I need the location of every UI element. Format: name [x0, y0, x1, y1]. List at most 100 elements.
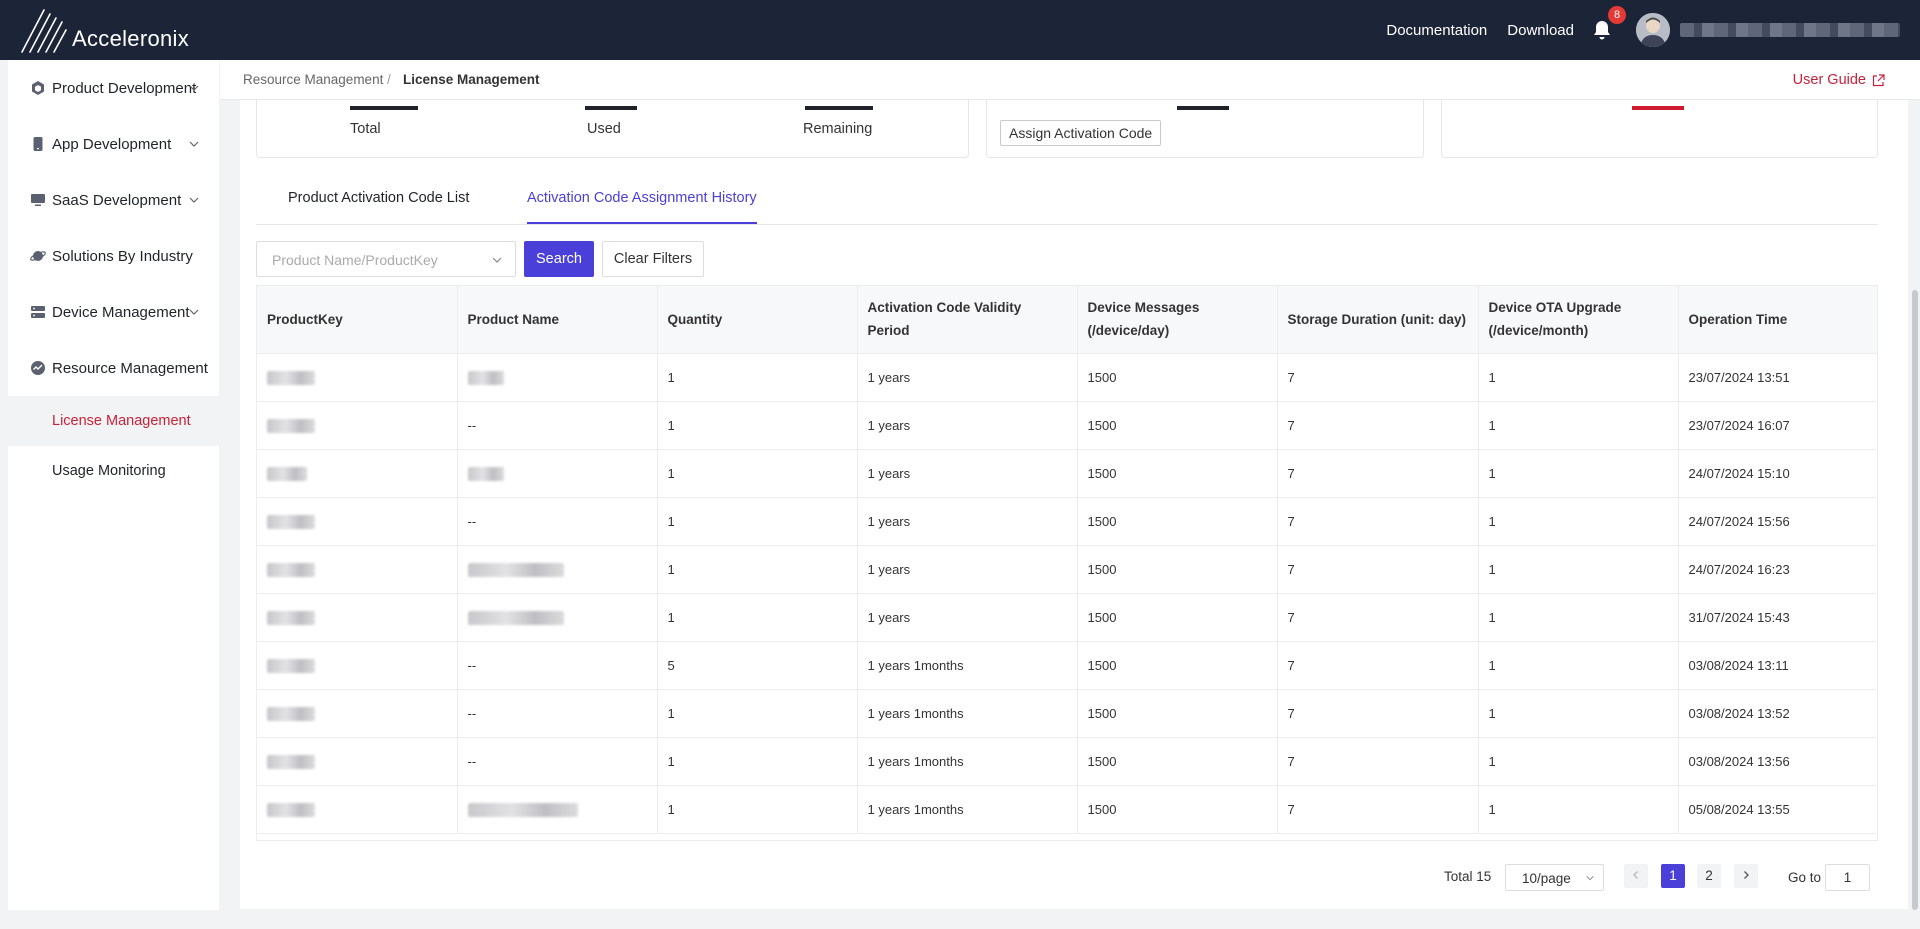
- cell-validity: 1 years: [857, 353, 1078, 402]
- table-row: -- 1 1 years 1months 1500 7 1 03/08/2024 13:52: [257, 689, 1877, 738]
- user-guide-link[interactable]: User Guide: [1793, 72, 1885, 88]
- planet-icon: [30, 251, 46, 261]
- cell-validity: 1 years: [857, 545, 1078, 594]
- page-1-button[interactable]: 1: [1661, 864, 1685, 888]
- sidebar-subitem-usage-monitoring[interactable]: Usage Monitoring: [8, 446, 219, 496]
- sidebar-item-resource-management[interactable]: Resource Management: [8, 344, 219, 392]
- brand-logo[interactable]: Acceleronix: [20, 8, 189, 54]
- sidebar-item-label: SaaS Development: [52, 191, 182, 209]
- sidebar-item-label: App Development: [52, 135, 172, 153]
- cell-quantity: 1: [657, 785, 858, 834]
- cell-ota-upgrade: 1: [1478, 785, 1679, 834]
- redacted-product-name: [467, 562, 564, 577]
- chevron-right-icon: [1744, 871, 1749, 879]
- username-redacted[interactable]: [1680, 23, 1900, 37]
- sidebar-item-device-management[interactable]: Device Management: [8, 288, 219, 336]
- product-filter-placeholder: Product Name/ProductKey: [272, 252, 438, 268]
- redacted-product-key: [267, 514, 315, 529]
- next-page-button[interactable]: [1734, 864, 1758, 888]
- sidebar-item-label: Solutions By Industry: [52, 247, 193, 265]
- sidebar-item-product-development[interactable]: Product Development: [8, 64, 219, 112]
- page-2-button[interactable]: 2: [1697, 864, 1721, 888]
- cell-operation-time: 24/07/2024 15:56: [1678, 497, 1877, 546]
- prev-page-button[interactable]: [1624, 864, 1648, 888]
- cell-quantity: 1: [657, 497, 858, 546]
- table-row: 11 years 1500 7 1 24/07/2024 16:23: [257, 545, 1877, 594]
- table-row: 11 years 1500 7 1 31/07/2024 15:43: [257, 593, 1877, 642]
- chevron-down-icon: [492, 257, 502, 263]
- gauge-icon: [31, 361, 45, 375]
- column-header: Quantity: [657, 286, 858, 354]
- cell-product-key: [257, 689, 458, 738]
- cell-product-key: [257, 353, 458, 402]
- cell-operation-time: 23/07/2024 13:51: [1678, 353, 1877, 402]
- sidebar-item-app-development[interactable]: App Development: [8, 120, 219, 168]
- cell-product-key: [257, 593, 458, 642]
- assignable-value-cut: [1177, 100, 1231, 114]
- page-size-select[interactable]: 10/page: [1505, 864, 1604, 891]
- cell-device-messages: 1500: [1077, 737, 1278, 786]
- cell-product-name: [457, 785, 658, 834]
- sidebar-item-label: Product Development: [52, 79, 197, 97]
- cell-product-key: [257, 737, 458, 786]
- cell-quantity: 1: [657, 545, 858, 594]
- tab-activation-code-assignment-history[interactable]: Activation Code Assignment History: [527, 190, 757, 224]
- cell-device-messages: 1500: [1077, 353, 1278, 402]
- sidebar-item-solutions-by-industry[interactable]: Solutions By Industry: [8, 232, 219, 280]
- cell-device-messages: 1500: [1077, 401, 1278, 450]
- cell-product-key: [257, 401, 458, 450]
- monitor-icon: [31, 194, 45, 206]
- breadcrumb: Resource Management / License Management…: [220, 60, 1920, 100]
- cell-storage-duration: 7: [1277, 449, 1479, 498]
- chevron-down-icon: [189, 141, 199, 147]
- goto-page-input[interactable]: [1825, 864, 1870, 891]
- cell-product-name: --: [457, 641, 658, 690]
- search-button[interactable]: Search: [524, 241, 594, 277]
- download-link[interactable]: Download: [1507, 22, 1574, 39]
- phone-icon: [33, 137, 43, 151]
- logo-mark-icon: [21, 9, 67, 53]
- remaining-value-cut: [805, 100, 875, 114]
- cube-icon: [32, 81, 44, 95]
- redacted-product-key: [267, 418, 315, 433]
- notification-badge: 8: [1608, 6, 1626, 24]
- sidebar-subitem-label: License Management: [52, 413, 191, 429]
- cell-validity: 1 years: [857, 401, 1078, 450]
- expired-value-glyphs: [1632, 106, 1684, 110]
- cell-quantity: 1: [657, 737, 858, 786]
- cell-product-name: [457, 449, 658, 498]
- cell-operation-time: 24/07/2024 16:23: [1678, 545, 1877, 594]
- cell-quantity: 1: [657, 689, 858, 738]
- avatar[interactable]: [1636, 13, 1670, 47]
- top-navbar: Acceleronix Documentation Download 8: [0, 0, 1920, 60]
- table-row: -- 1 1 years 1500 7 1 23/07/2024 16:07: [257, 401, 1877, 450]
- documentation-link[interactable]: Documentation: [1386, 22, 1487, 39]
- used-label: Used: [587, 121, 621, 137]
- breadcrumb-separator: /: [387, 72, 391, 87]
- cell-device-messages: 1500: [1077, 545, 1278, 594]
- cell-product-name: [457, 353, 658, 402]
- chevron-down-icon: [1586, 875, 1594, 881]
- breadcrumb-parent[interactable]: Resource Management: [243, 72, 383, 87]
- cell-product-key: [257, 785, 458, 834]
- cell-storage-duration: 7: [1277, 401, 1479, 450]
- sidebar-item-saas-development[interactable]: SaaS Development: [8, 176, 219, 224]
- clear-filters-button[interactable]: Clear Filters: [602, 241, 704, 277]
- product-filter-select[interactable]: Product Name/ProductKey: [256, 241, 516, 277]
- sidebar-subitem-license-management[interactable]: License Management: [8, 396, 219, 446]
- notification-bell[interactable]: 8: [1590, 6, 1626, 42]
- page-scrollbar[interactable]: [1912, 290, 1918, 910]
- expired-value-cut: [1632, 100, 1686, 114]
- assign-activation-code-button[interactable]: Assign Activation Code: [1000, 120, 1162, 146]
- cell-storage-duration: 7: [1277, 737, 1479, 786]
- cell-operation-time: 03/08/2024 13:11: [1678, 641, 1877, 690]
- user-guide-label: User Guide: [1792, 72, 1866, 88]
- tab-product-activation-code-list[interactable]: Product Activation Code List: [288, 190, 469, 224]
- table-row: 11 years 1500 7 1 24/07/2024 15:10: [257, 449, 1877, 498]
- cell-product-name: [457, 545, 658, 594]
- used-value-cut: [585, 100, 641, 114]
- server-icon: [31, 306, 45, 318]
- cell-quantity: 1: [657, 353, 858, 402]
- chevron-down-icon: [189, 85, 199, 91]
- column-header: ProductKey: [257, 286, 458, 354]
